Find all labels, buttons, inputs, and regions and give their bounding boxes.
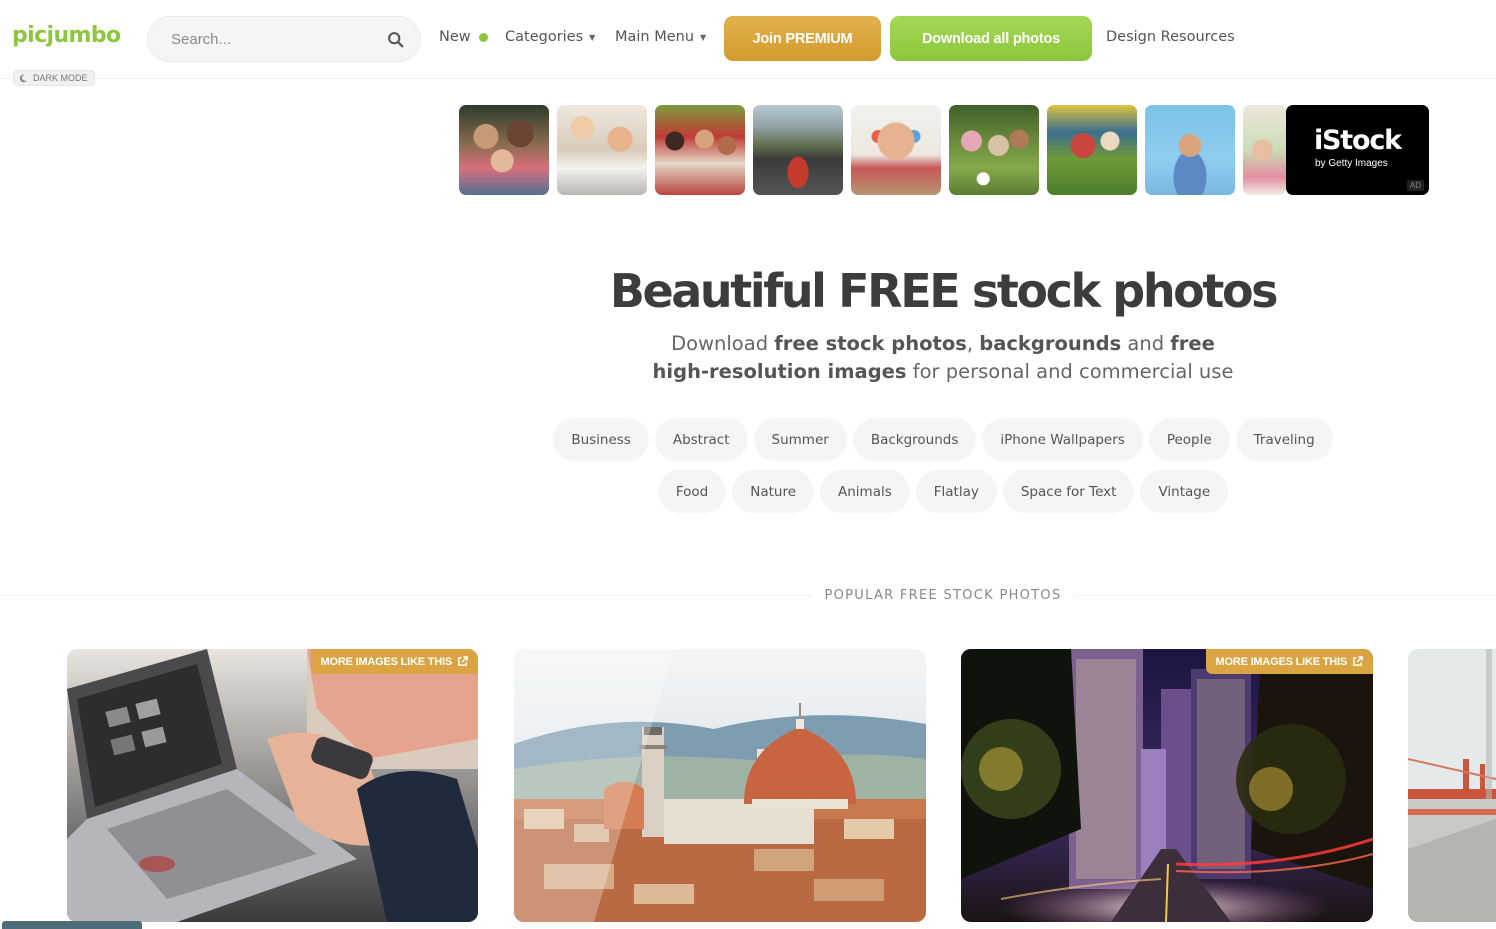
join-premium-button[interactable]: Join PREMIUM [724, 16, 881, 61]
tag-nature[interactable]: Nature [732, 470, 814, 513]
tag-food[interactable]: Food [657, 470, 727, 513]
ad-thumbnail[interactable] [949, 105, 1039, 195]
nav-categories[interactable]: Categories ▼ [505, 29, 595, 45]
istock-logo-panel[interactable]: iStock by Getty Images AD [1286, 105, 1429, 195]
ad-thumbnail[interactable] [1243, 105, 1286, 195]
tag-abstract[interactable]: Abstract [654, 418, 748, 461]
external-link-icon [458, 656, 468, 666]
bridge-photo-image [1408, 649, 1496, 922]
nav-design-resources[interactable]: Design Resources [1106, 29, 1235, 45]
new-indicator-dot [478, 32, 488, 42]
florence-photo-image [514, 649, 926, 922]
photo-card-bridge[interactable] [1408, 649, 1496, 922]
nav-new[interactable]: New [439, 29, 488, 45]
more-images-like-this-button[interactable]: MORE IMAGES LIKE THIS [1205, 649, 1373, 674]
ad-thumbnail[interactable] [1145, 105, 1235, 195]
search-icon[interactable] [387, 31, 404, 48]
bottom-progress-bar [2, 921, 142, 929]
istock-ad-banner[interactable]: iStock by Getty Images AD [459, 105, 1429, 195]
hero-title: Beautiful FREE stock photos [609, 264, 1279, 318]
tag-backgrounds[interactable]: Backgrounds [852, 418, 977, 461]
istock-logo: iStock [1314, 125, 1402, 156]
search-input[interactable] [171, 30, 381, 48]
ad-thumbnail[interactable] [557, 105, 647, 195]
site-header: picjumbo New Categories ▼ Main Menu ▼ Jo… [0, 0, 1496, 79]
tag-vintage[interactable]: Vintage [1140, 470, 1229, 513]
external-link-icon [1353, 656, 1363, 666]
ad-thumbnail[interactable] [459, 105, 549, 195]
dark-mode-toggle[interactable]: DARK MODE [13, 70, 95, 86]
hero-subtitle: Download free stock photos, backgrounds … [652, 332, 1234, 383]
section-title: POPULAR FREE STOCK PHOTOS [0, 588, 1496, 603]
tag-summer[interactable]: Summer [753, 418, 847, 461]
moon-icon [19, 74, 28, 82]
download-all-photos-button[interactable]: Download all photos [890, 16, 1092, 61]
photo-card-city-night[interactable]: MORE IMAGES LIKE THIS [961, 649, 1373, 922]
tag-traveling[interactable]: Traveling [1235, 418, 1333, 461]
ad-thumbnail[interactable] [753, 105, 843, 195]
tag-business[interactable]: Business [553, 418, 649, 461]
tag-flatlay[interactable]: Flatlay [915, 470, 997, 513]
more-images-like-this-button[interactable]: MORE IMAGES LIKE THIS [310, 649, 478, 674]
nav-main-menu[interactable]: Main Menu ▼ [615, 29, 706, 45]
tag-people[interactable]: People [1148, 418, 1230, 461]
tag-animals[interactable]: Animals [820, 470, 910, 513]
dark-mode-label: DARK MODE [33, 73, 88, 83]
search-bar [147, 16, 421, 62]
laptop-photo-image [67, 649, 478, 922]
photo-card-laptop[interactable]: MORE IMAGES LIKE THIS [67, 649, 478, 922]
istock-sub-logo: by Getty Images [1315, 158, 1388, 169]
tag-iphone-wallpapers[interactable]: iPhone Wallpapers [982, 418, 1143, 461]
nav-categories-label: Categories [505, 29, 584, 45]
caret-down-icon: ▼ [700, 32, 707, 42]
city-night-photo-image [961, 649, 1373, 922]
caret-down-icon: ▼ [589, 32, 596, 42]
category-tags-row-2: Food Nature Animals Flatlay Space for Te… [0, 470, 1496, 513]
nav-new-label: New [439, 29, 471, 45]
ad-thumbnail[interactable] [1047, 105, 1137, 195]
photo-card-florence[interactable] [514, 649, 926, 922]
ad-thumbnail[interactable] [655, 105, 745, 195]
ad-badge: AD [1406, 180, 1424, 191]
site-logo[interactable]: picjumbo [12, 23, 121, 48]
nav-design-resources-label: Design Resources [1106, 29, 1235, 45]
nav-main-menu-label: Main Menu [615, 29, 695, 45]
category-tags-row-1: Business Abstract Summer Backgrounds iPh… [0, 418, 1496, 461]
ad-thumbnail[interactable] [851, 105, 941, 195]
tag-space-for-text[interactable]: Space for Text [1002, 470, 1135, 513]
